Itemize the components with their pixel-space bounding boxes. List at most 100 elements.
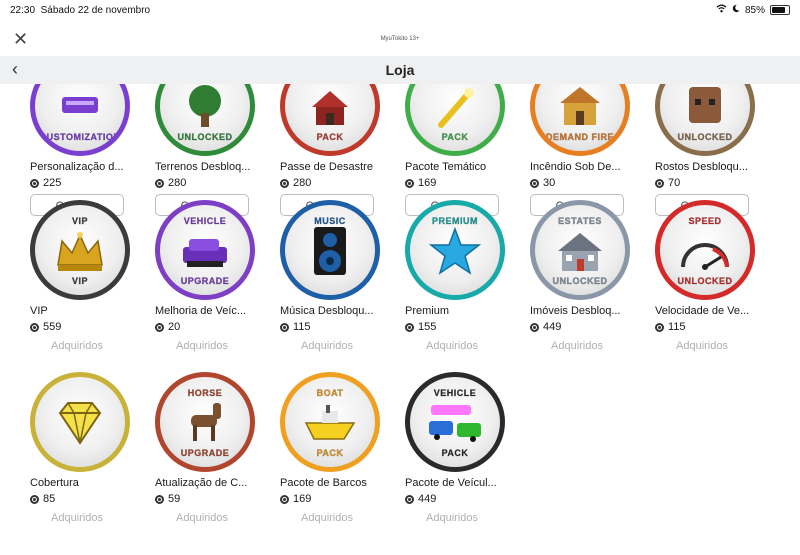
shop-item[interactable]: MUSIC Música Desbloqu... 115 Adquiridos [280,200,390,400]
robux-icon [405,494,414,504]
shop-item[interactable]: HORSE UPGRADE Atualização de C... 59 Adquiri… [155,372,265,555]
price-value: 449 [418,493,437,505]
price-value: 85 [43,493,56,505]
badge-top-text: VIP [71,216,88,227]
item-price: 30 [530,177,555,189]
badge-top-text: HORSE [187,388,223,399]
item-name: Premium [405,305,450,317]
item-name: Cobertura [30,477,79,489]
owned-label: Adquiridos [51,340,103,352]
robux-icon [405,178,414,188]
item-price: 115 [280,321,311,333]
item-badge: VIP VIP [30,200,130,300]
item-badge [30,372,130,472]
owned-label: Adquiridos [676,340,728,352]
item-badge: VEHICLE PACK [405,372,505,472]
boat-icon [304,405,356,440]
shop-item[interactable]: VIP VIP VIP 559 Adquiridos [30,200,140,400]
badge-top-text: MUSIC [314,216,346,227]
crown-icon [57,232,103,271]
price-value: 449 [543,321,562,333]
item-badge: VEHICLE UPGRADE [155,200,255,300]
badge-bottom-text: CUSTOMIZATION [39,132,121,143]
robux-icon [655,322,664,332]
badge-bottom-text: UNLOCKED [552,276,608,287]
shop-grid: CUSTOMIZATIONPersonalização d...225Compr… [0,84,800,555]
item-price: 20 [155,321,180,333]
item-badge: HORSE UPGRADE [155,372,255,472]
robux-icon [530,178,539,188]
badge-bottom-text: UNLOCKED [677,276,733,287]
item-price: 155 [405,321,436,333]
owned-label: Adquiridos [426,512,478,524]
robux-icon [280,322,289,332]
moon-icon [732,4,740,16]
battery-percent: 85% [744,4,765,16]
price-value: 280 [293,177,312,189]
robux-icon [155,322,164,332]
page-title: Loja [385,62,415,78]
item-name: Rostos Desbloqu... [655,161,748,173]
cars-icon [429,405,481,442]
item-name: Personalização d... [30,161,124,173]
robux-icon [280,178,289,188]
item-name: Imóveis Desbloq... [530,305,621,317]
item-badge: ESTATES UNLOCKED [530,200,630,300]
shop-item[interactable]: BOAT PACK Pacote de Barcos 169 Adquiridos [280,372,390,555]
item-name: Melhoria de Veíc... [155,305,247,317]
price-value: 559 [43,321,62,333]
status-date: Sábado 22 de novembro [40,5,151,16]
item-badge: PACK [280,84,380,156]
item-price: 85 [30,493,55,505]
badge-bottom-text: PACK [316,132,344,143]
shop-item[interactable]: VEHICLE PACK Pacote de Veícul... 449 Adquiri… [405,372,515,555]
item-badge: PACK [405,84,505,156]
item-name: Terrenos Desbloq... [155,161,251,173]
status-bar: 22:30 Sábado 22 de novembro 85% [0,0,800,22]
shop-item[interactable]: Cobertura 85 Adquiridos [30,372,140,555]
battery-icon [770,5,790,15]
item-badge: SPEED UNLOCKED [655,200,755,300]
shop-item[interactable]: VEHICLE UPGRADE Melhoria de Veíc... 20 Adqui… [155,200,265,400]
price-value: 225 [43,177,62,189]
robux-icon [30,178,39,188]
item-badge: MUSIC [280,200,380,300]
shop-item[interactable]: SPEED UNLOCKED Velocidade de Ve... 115 Adqui… [655,200,765,400]
item-price: 70 [655,177,680,189]
wifi-icon [716,4,727,16]
price-value: 115 [668,321,686,333]
badge-bottom-text: UPGRADE [180,276,230,287]
badge-top-text: SPEED [688,216,722,227]
wand-icon [438,88,474,128]
badge-top-text: ESTATES [558,216,602,227]
owned-label: Adquiridos [176,340,228,352]
owned-label: Adquiridos [301,512,353,524]
star-icon [428,227,482,275]
shop-item[interactable]: PREMIUM Premium 155 Adquiridos [405,200,515,400]
robux-icon [155,494,164,504]
robux-icon [405,322,414,332]
item-price: 169 [405,177,436,189]
badge-bottom-text: UPGRADE [180,448,230,459]
price-value: 115 [293,321,311,333]
item-badge: CUSTOMIZATION [30,84,130,156]
owned-label: Adquiridos [551,340,603,352]
price-value: 30 [543,177,556,189]
badge-bottom-text: UNLOCKED [177,132,233,143]
badge-top-text: VEHICLE [183,216,227,227]
item-price: 280 [280,177,311,189]
price-value: 59 [168,493,181,505]
item-price: 449 [405,493,436,505]
owned-label: Adquiridos [51,512,103,524]
estate-house-icon [558,233,602,271]
item-price: 169 [280,493,311,505]
badge-bottom-text: PACK [441,448,469,459]
item-name: Velocidade de Ve... [655,305,750,317]
owned-label: Adquiridos [176,512,228,524]
item-badge: UNLOCKED [155,84,255,156]
item-name: Passe de Desastre [280,161,373,173]
disaster-house-icon [312,91,348,125]
shop-item[interactable]: ESTATES UNLOCKED Imóveis Desbloq... 449 Adqu… [530,200,640,400]
robux-icon [530,322,539,332]
status-time-date: 22:30 Sábado 22 de novembro [10,5,150,16]
